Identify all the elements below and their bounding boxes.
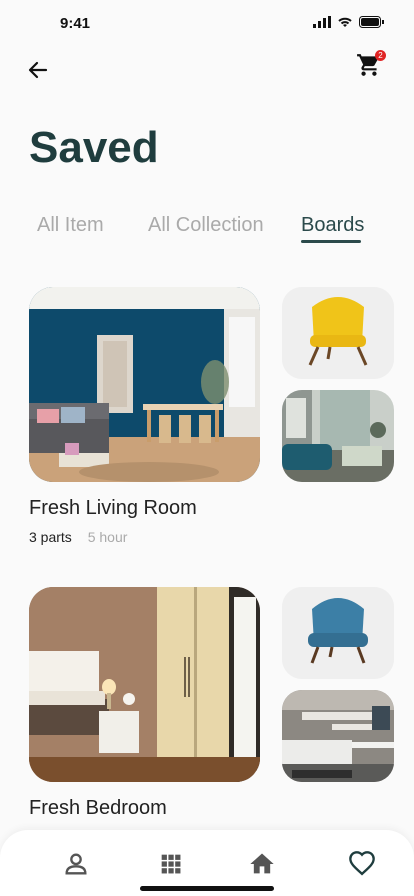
blue-chair-image — [282, 587, 394, 679]
cart-badge: 2 — [375, 50, 386, 61]
back-arrow-icon[interactable] — [26, 58, 50, 82]
study-room-image — [282, 690, 394, 782]
board-thumb-room[interactable] — [282, 690, 394, 782]
signal-icon — [313, 16, 331, 28]
board-meta: 3 parts 5 hour — [29, 529, 127, 545]
board-main-image[interactable] — [29, 587, 260, 782]
battery-icon — [359, 16, 384, 28]
status-time: 9:41 — [60, 15, 91, 32]
board-thumb-chair[interactable] — [282, 587, 394, 679]
grid-icon[interactable] — [157, 850, 185, 878]
top-bar: 2 — [0, 50, 414, 90]
board-thumb-chair[interactable] — [282, 287, 394, 379]
teal-room-image — [282, 390, 394, 482]
tab-underline — [301, 240, 361, 243]
board-thumb-room[interactable] — [282, 390, 394, 482]
tab-boards-label: Boards — [301, 214, 365, 236]
board-parts: 3 parts — [29, 529, 72, 545]
board-name: Fresh Living Room — [29, 497, 197, 519]
bedroom-image — [29, 587, 260, 782]
board-card[interactable]: Fresh Bedroom — [29, 587, 394, 827]
tab-bar: All Item All Collection Boards — [0, 214, 414, 254]
status-bar: 9:41 — [0, 0, 414, 44]
heart-icon[interactable] — [348, 850, 376, 878]
wifi-icon — [338, 17, 352, 27]
board-name: Fresh Bedroom — [29, 797, 167, 819]
board-time: 5 hour — [87, 529, 128, 545]
tab-boards[interactable]: Boards — [301, 214, 365, 243]
profile-icon[interactable] — [62, 850, 90, 878]
tab-all-collection[interactable]: All Collection — [148, 214, 264, 237]
page-title: Saved — [29, 123, 159, 172]
yellow-chair-image — [282, 287, 394, 379]
home-icon[interactable] — [248, 850, 276, 878]
board-card[interactable]: Fresh Living Room 3 parts 5 hour — [29, 287, 394, 547]
home-indicator — [140, 886, 274, 891]
tab-all-item[interactable]: All Item — [37, 214, 104, 237]
living-room-image — [29, 287, 260, 482]
cart-button[interactable]: 2 — [356, 50, 386, 78]
status-icons — [313, 16, 384, 28]
board-main-image[interactable] — [29, 287, 260, 482]
